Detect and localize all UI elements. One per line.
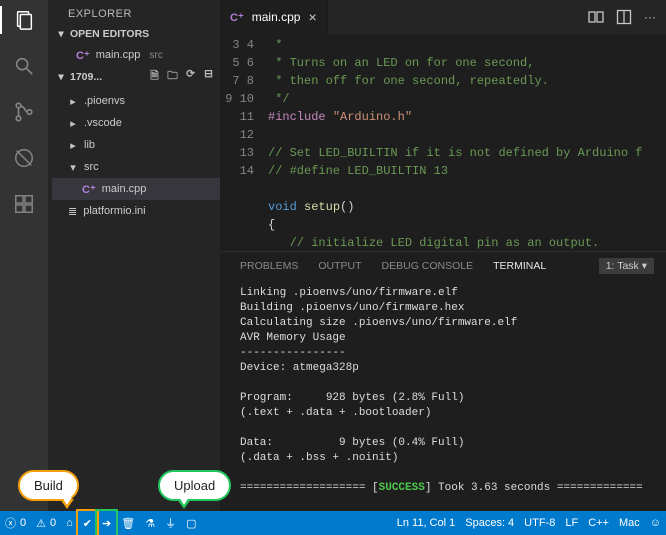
editor-tab-name: main.cpp — [252, 10, 301, 24]
terminal-task-selector[interactable]: 1: Task ▾ — [599, 258, 654, 274]
check-icon: ✔ — [83, 517, 92, 530]
plug-icon: ⏚ — [165, 515, 176, 531]
bottom-panel: PROBLEMS OUTPUT DEBUG CONSOLE TERMINAL 1… — [220, 251, 666, 511]
status-os[interactable]: Mac — [614, 511, 645, 535]
file-tree: ▸.pioenvs ▸.vscode ▸lib ▾src C⁺main.cpp … — [48, 90, 220, 222]
smiley-icon: ☺ — [650, 517, 661, 529]
panel-tab-problems[interactable]: PROBLEMS — [240, 260, 298, 272]
trash-icon: 🗑 — [121, 517, 135, 530]
tree-folder[interactable]: ▾src — [52, 156, 220, 178]
refresh-icon[interactable]: ⟳ — [183, 68, 198, 86]
collapse-icon[interactable]: ⊟ — [201, 68, 216, 86]
status-errors[interactable]: ⓧ0 — [0, 511, 31, 535]
status-clean-button[interactable]: 🗑 — [116, 511, 140, 535]
chevron-down-icon: ▾ — [68, 161, 78, 174]
home-icon: ⌂ — [66, 517, 73, 529]
callout-upload: Upload — [158, 470, 231, 501]
chevron-down-icon: ▾ — [56, 71, 66, 83]
status-terminal-button[interactable]: ▢ — [181, 511, 201, 535]
beaker-icon: ⚗ — [145, 517, 155, 530]
status-build-button[interactable]: ✔ — [78, 511, 97, 535]
scm-activity-icon[interactable] — [10, 98, 38, 126]
open-editors-label: OPEN EDITORS — [70, 28, 149, 40]
status-cursor[interactable]: Ln 11, Col 1 — [392, 511, 461, 535]
project-header[interactable]: ▾ 1709... 🗎 🗀 ⟳ ⊟ — [48, 66, 220, 90]
editor-tab-actions: ··· — [578, 0, 666, 34]
explorer-activity-icon[interactable] — [10, 6, 38, 34]
open-editor-dir: src — [149, 50, 162, 61]
arrow-right-icon: ➔ — [102, 517, 111, 530]
explorer-toolbar: 🗎 🗀 ⟳ ⊟ — [147, 68, 216, 86]
status-feedback-button[interactable]: ☺ — [645, 511, 666, 535]
more-icon[interactable]: ··· — [644, 10, 656, 24]
new-file-icon[interactable]: 🗎 — [147, 68, 162, 86]
chevron-down-icon: ▾ — [56, 28, 66, 40]
status-warnings[interactable]: ⚠0 — [31, 511, 61, 535]
chevron-right-icon: ▸ — [68, 139, 78, 152]
status-encoding[interactable]: UTF-8 — [519, 511, 560, 535]
panel-tabs: PROBLEMS OUTPUT DEBUG CONSOLE TERMINAL 1… — [220, 252, 666, 278]
tree-file[interactable]: ≣platformio.ini — [52, 200, 220, 222]
terminal-output[interactable]: Linking .pioenvs/uno/firmware.elf Buildi… — [220, 278, 666, 511]
status-bar: ⓧ0 ⚠0 ⌂ ✔ ➔ 🗑 ⚗ ⏚ ▢ Ln 11, Col 1 Spaces:… — [0, 511, 666, 535]
code-editor[interactable]: 3 4 5 6 7 8 9 10 11 12 13 14 * * Turns o… — [220, 34, 666, 251]
warning-icon: ⚠ — [36, 517, 46, 530]
compare-icon[interactable] — [588, 9, 604, 25]
code-content: * * Turns on an LED on for one second, *… — [268, 36, 666, 251]
cpp-file-icon: C⁺ — [82, 183, 96, 196]
extensions-activity-icon[interactable] — [10, 190, 38, 218]
editor-tab[interactable]: C⁺ main.cpp × — [220, 0, 328, 34]
debug-activity-icon[interactable] — [10, 144, 38, 172]
status-language[interactable]: C++ — [583, 511, 614, 535]
search-activity-icon[interactable] — [10, 52, 38, 80]
tree-folder[interactable]: ▸.vscode — [52, 112, 220, 134]
new-folder-icon[interactable]: 🗀 — [165, 68, 180, 86]
tree-folder[interactable]: ▸lib — [52, 134, 220, 156]
open-editors-header[interactable]: ▾ OPEN EDITORS — [48, 26, 220, 44]
terminal-icon: ▢ — [186, 517, 196, 530]
cpp-file-icon: C⁺ — [230, 11, 244, 24]
status-test-button[interactable]: ⚗ — [140, 511, 160, 535]
status-home-button[interactable]: ⌂ — [61, 511, 78, 535]
project-label: 1709... — [70, 71, 102, 83]
tree-folder[interactable]: ▸.pioenvs — [52, 90, 220, 112]
explorer-title: EXPLORER — [48, 0, 220, 26]
status-spaces[interactable]: Spaces: 4 — [460, 511, 519, 535]
cpp-file-icon: C⁺ — [76, 49, 90, 62]
panel-tab-debug[interactable]: DEBUG CONSOLE — [382, 260, 474, 272]
open-editor-item[interactable]: C⁺ main.cpp src — [48, 44, 220, 66]
panel-tab-output[interactable]: OUTPUT — [318, 260, 361, 272]
error-icon: ⓧ — [5, 515, 16, 531]
close-tab-icon[interactable]: × — [308, 10, 316, 24]
status-eol[interactable]: LF — [560, 511, 583, 535]
editor-area: C⁺ main.cpp × ··· 3 4 5 6 7 8 9 10 11 12… — [220, 0, 666, 511]
ini-file-icon: ≣ — [68, 205, 77, 218]
chevron-right-icon: ▸ — [68, 95, 78, 108]
open-editor-filename: main.cpp — [96, 49, 141, 61]
explorer-sidebar: EXPLORER ▾ OPEN EDITORS C⁺ main.cpp src … — [48, 0, 220, 511]
status-serial-button[interactable]: ⏚ — [160, 511, 181, 535]
editor-tabbar: C⁺ main.cpp × ··· — [220, 0, 666, 34]
panel-tab-terminal[interactable]: TERMINAL — [493, 260, 546, 272]
activity-bar — [0, 0, 48, 511]
chevron-right-icon: ▸ — [68, 117, 78, 130]
callout-build: Build — [18, 470, 79, 501]
line-gutter: 3 4 5 6 7 8 9 10 11 12 13 14 — [220, 36, 268, 251]
status-upload-button[interactable]: ➔ — [97, 511, 116, 535]
split-editor-icon[interactable] — [616, 9, 632, 25]
tree-file[interactable]: C⁺main.cpp — [52, 178, 220, 200]
